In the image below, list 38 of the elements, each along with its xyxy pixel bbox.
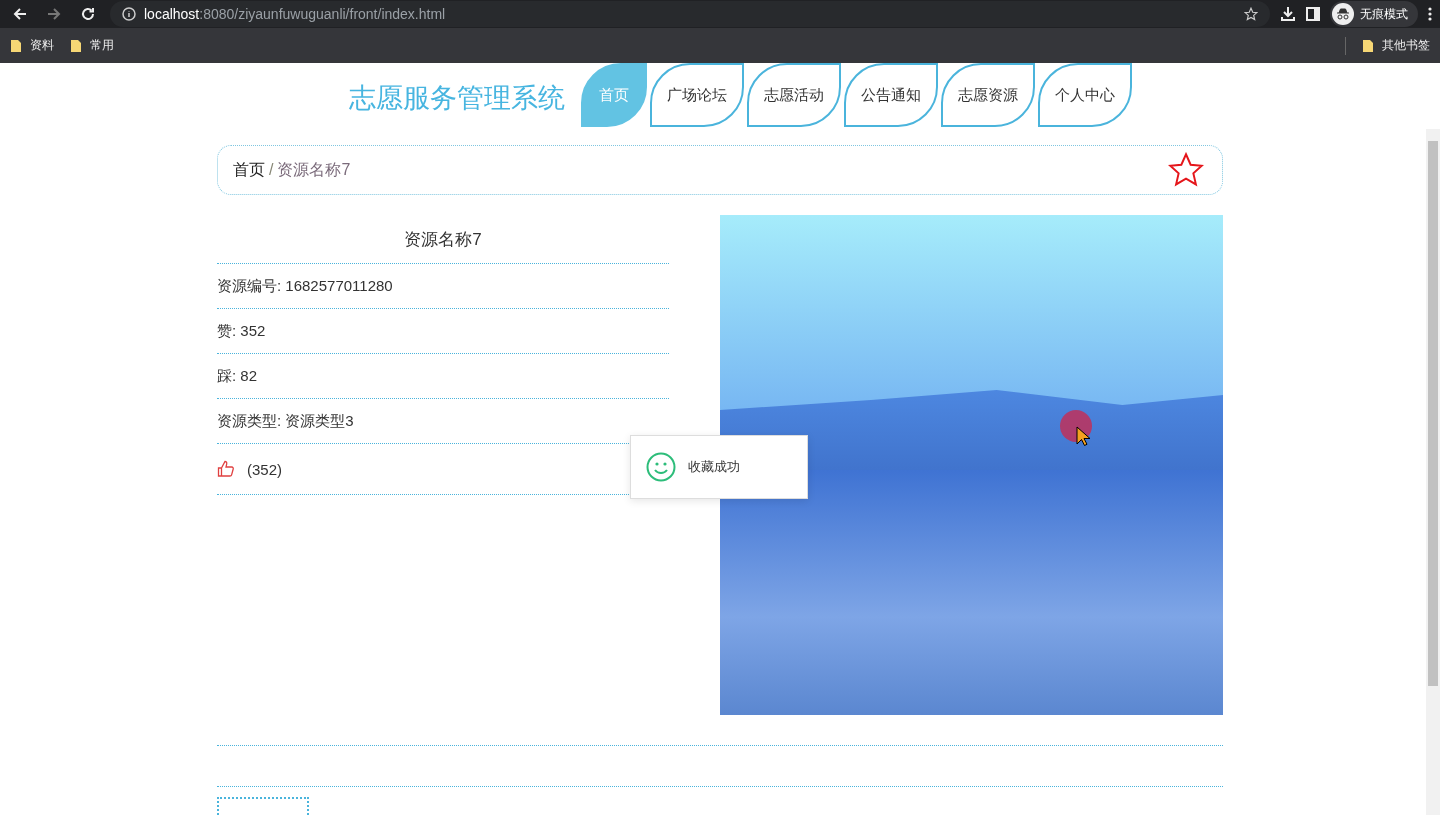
nav-tab[interactable]: 公告通知 <box>843 63 938 127</box>
download-icon[interactable] <box>1280 6 1296 22</box>
menu-icon[interactable] <box>1428 7 1432 21</box>
back-arrow-icon <box>12 6 28 22</box>
breadcrumb-separator: / <box>269 161 274 179</box>
reload-icon <box>80 6 96 22</box>
nav-tab[interactable]: 志愿资源 <box>940 63 1035 127</box>
forward-arrow-icon <box>46 6 62 22</box>
profile-button[interactable]: 无痕模式 <box>1330 1 1418 27</box>
resource-title: 资源名称7 <box>217 215 669 264</box>
incognito-icon <box>1332 3 1354 25</box>
address-bar[interactable]: localhost:8080/ziyaunfuwuguanli/front/index.html <box>110 1 1270 27</box>
site-title: 志愿服务管理系统 <box>348 82 566 115</box>
breadcrumb-link[interactable]: 首页 <box>233 159 265 181</box>
smiley-icon <box>646 452 676 482</box>
bookmark-folder[interactable]: 资料 <box>10 37 54 54</box>
folder-icon <box>1362 38 1374 53</box>
folder-icon <box>10 38 22 53</box>
field-text: 资源类型: 资源类型3 <box>217 411 354 431</box>
url-text: localhost:8080/ziyaunfuwuguanli/front/index.html <box>144 6 446 22</box>
bookmark-folder[interactable]: 其他书签 <box>1362 37 1430 54</box>
bookmark-folder[interactable]: 常用 <box>70 37 114 54</box>
scrollbar[interactable] <box>1426 129 1440 815</box>
side-panel-icon[interactable] <box>1306 7 1320 21</box>
field-text: 资源编号: 1682577011280 <box>217 276 393 296</box>
breadcrumb-current: 资源名称7 <box>277 159 351 180</box>
nav-tab[interactable]: 个人中心 <box>1037 63 1132 127</box>
field-text: 踩: 82 <box>217 366 258 386</box>
nav-tab[interactable]: 志愿活动 <box>746 63 841 127</box>
field-text: 赞: 352 <box>217 321 266 341</box>
toast-message: 收藏成功 <box>630 435 808 499</box>
nav-tab[interactable]: 广场论坛 <box>649 63 744 127</box>
folder-icon <box>70 38 82 53</box>
bookmark-star-icon[interactable] <box>1244 7 1258 21</box>
like-count: (352) <box>247 460 283 478</box>
info-icon <box>122 7 136 21</box>
star-icon[interactable] <box>1168 152 1204 188</box>
thumbs-up-icon[interactable] <box>217 460 235 478</box>
